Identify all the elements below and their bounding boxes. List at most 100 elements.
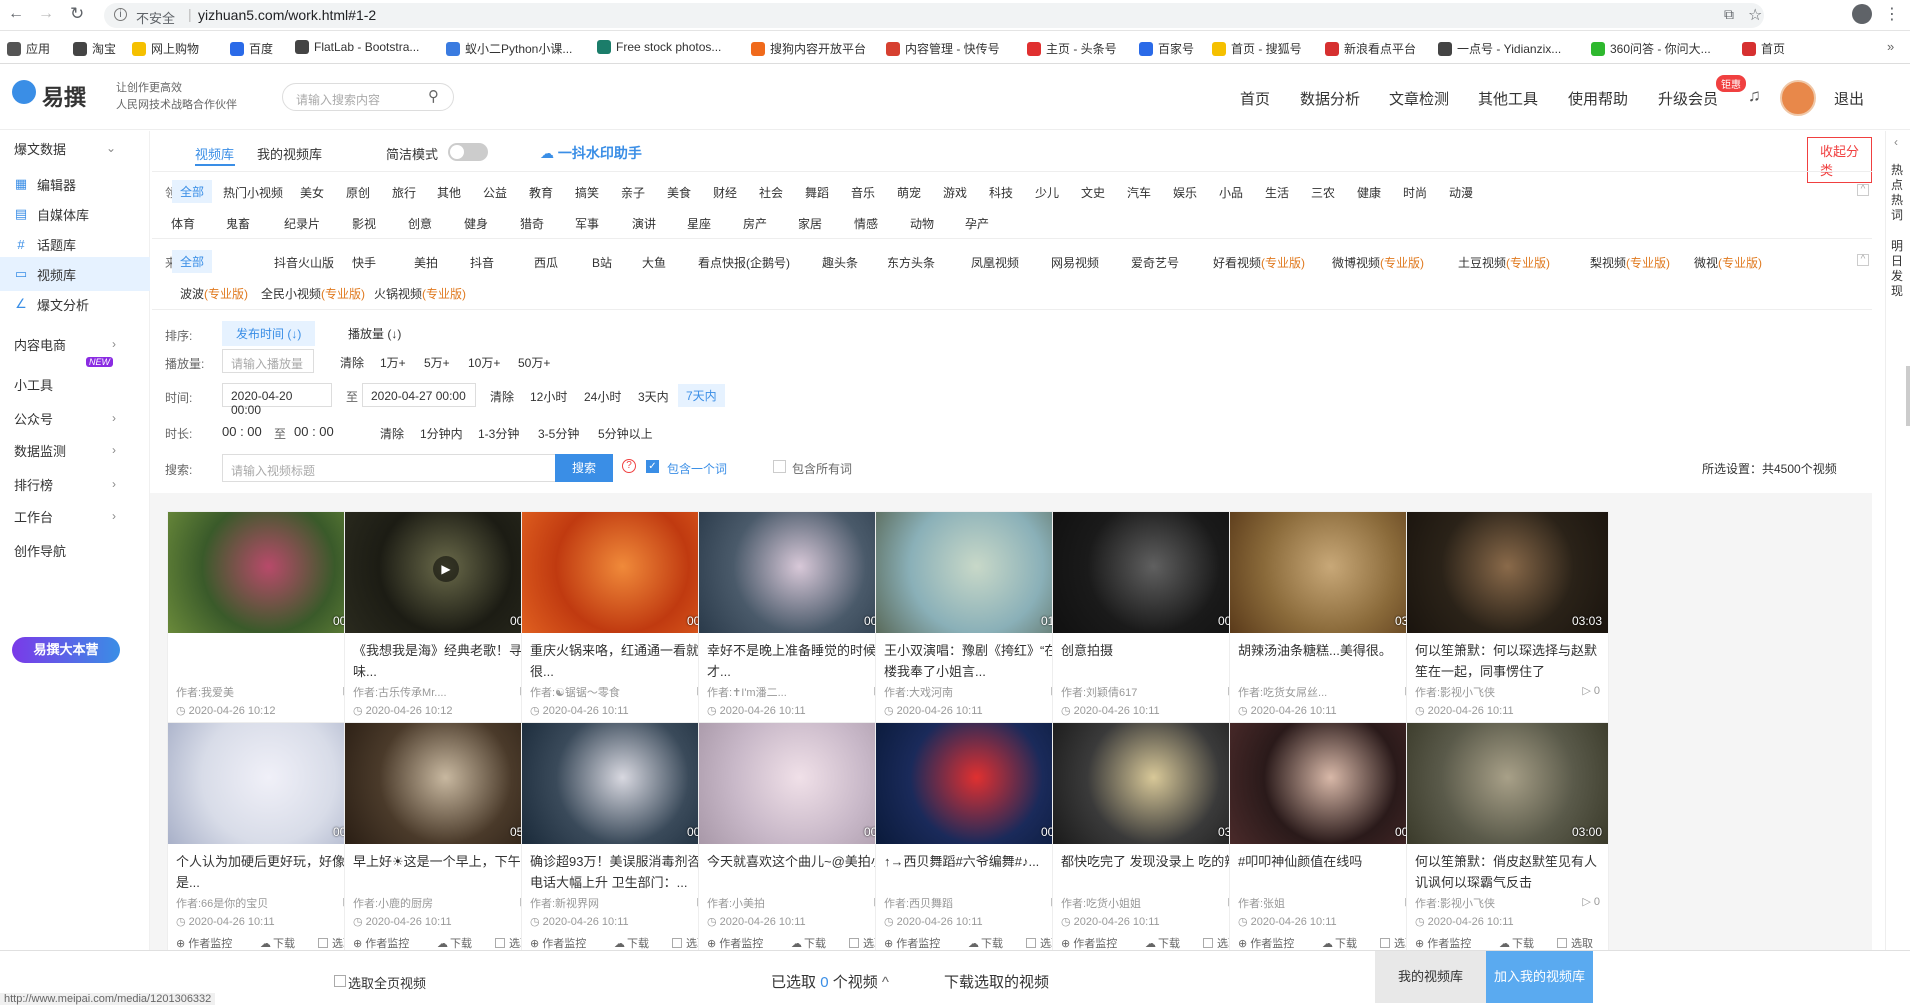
domain-tag[interactable]: 搞笑 [575,184,599,201]
video-title[interactable]: 胡辣汤油条糖糕...美得很。 [1238,640,1426,680]
video-thumbnail[interactable]: 03:40 [1230,512,1431,633]
domain-tag[interactable]: 情感 [854,215,878,232]
bookmark-sogou[interactable]: 搜狗内容开放平台 [751,40,866,57]
chevron-left-icon[interactable]: ‹ [1894,135,1898,149]
download-selected-button[interactable]: 下载选取的视频 [944,971,1049,992]
source-tag[interactable]: 快手 [352,254,376,271]
site-search-box[interactable]: 请输入搜索内容 ⚲ [282,83,454,111]
video-title[interactable]: 重庆火锅来咯，红通通一看就很... [530,640,718,680]
logo-text[interactable]: 易撰 [42,80,86,112]
author-monitor-button[interactable]: ⊕作者监控 [176,935,232,951]
download-button[interactable]: ☁下载 [1322,935,1357,951]
download-button[interactable]: ☁下载 [437,935,472,951]
video-title[interactable]: 幸好不是晚上准备睡觉的时候才... [707,640,895,680]
forward-icon[interactable]: → [38,5,54,23]
source-tag[interactable]: 微博视频(专业版) [1332,254,1424,271]
duration-from-input[interactable]: 00 : 00 [222,424,262,439]
domain-tag[interactable]: 星座 [687,215,711,232]
sort-publish-time[interactable]: 发布时间 (↓) [222,321,316,346]
video-thumbnail[interactable]: 03:00 [1407,723,1608,844]
domain-tag[interactable]: 动漫 [1449,184,1473,201]
sidebar-item-media-library[interactable]: ▤ 自媒体库 [0,197,150,231]
nav-upgrade-vip[interactable]: 升级会员 [1658,88,1718,109]
time-7d[interactable]: 7天内 [678,384,725,407]
domain-tag[interactable]: 鬼畜 [226,215,250,232]
video-thumbnail[interactable]: 00:15 [522,512,723,633]
time-from-input[interactable]: 2020-04-20 00:00 [222,383,332,417]
search-icon[interactable]: ⚲ [428,87,439,105]
domain-tag[interactable]: 原创 [346,184,370,201]
time-to-input[interactable]: 2020-04-27 00:00 [362,383,476,407]
domain-tag[interactable]: 体育 [171,215,195,232]
plays-50k[interactable]: 5万+ [424,354,450,371]
video-card[interactable]: 03:58都快吃完了 发现没录上 吃的辣...作者:吃货小姐姐▷0◷2020-0… [1052,722,1255,970]
bookmark-freestock[interactable]: Free stock photos... [597,40,721,54]
info-icon[interactable]: i [114,8,127,21]
bookmark-baijia[interactable]: 百家号 [1139,40,1194,57]
download-button[interactable]: ☁下载 [791,935,826,951]
video-title[interactable]: 何以笙箫默：何以琛选择与赵默笙在一起，同事愣住了 [1415,640,1603,680]
bookmark-flatlab[interactable]: FlatLab - Bootstra... [295,40,419,54]
duration-5m-plus[interactable]: 5分钟以上 [598,425,653,442]
sidebar-item-topic-library[interactable]: # 话题库 [0,227,150,261]
domain-tag[interactable]: 亲子 [621,184,645,201]
nav-home[interactable]: 首页 [1240,88,1270,109]
video-card[interactable]: 00:31 确诊超93万！美误服消毒剂咨询电话大幅上升 卫生部门：... 作者:新视… [521,722,724,970]
domain-tag[interactable]: 萌宠 [897,184,921,201]
nav-other-tools[interactable]: 其他工具 [1478,88,1538,109]
source-tag[interactable]: 全部 [172,250,213,273]
watermark-tool-link[interactable]: ☁ 一抖水印助手 [540,143,642,163]
source-tag[interactable]: 看点快报(企鹅号) [698,254,790,271]
author-monitor-button[interactable]: ⊕作者监控 [1415,935,1471,951]
hot-words-tab[interactable]: 热点热词 [1891,163,1906,223]
source-tag[interactable]: 波波(专业版) [180,285,248,302]
video-card[interactable]: 00:14#叩叩神仙颜值在线吗作者:张姐▷0◷2020-04-26 10:11⊕… [1229,722,1432,970]
nav-help[interactable]: 使用帮助 [1568,88,1628,109]
source-tag[interactable]: 网易视频 [1051,254,1099,271]
video-thumbnail[interactable]: 03:03 [1407,512,1608,633]
video-thumbnail[interactable]: 00:14 [1230,723,1431,844]
source-tag[interactable]: 好看视频(专业版) [1213,254,1305,271]
profile-icon[interactable] [1852,4,1872,24]
plays-500k[interactable]: 50万+ [518,354,550,371]
logo-icon[interactable] [12,80,36,104]
video-thumbnail[interactable]: 00:54▶ [345,512,546,633]
address-bar[interactable]: i 不安全 | yizhuan5.com/work.html#1-2 ⧉ ☆ [104,3,1764,28]
domain-tag[interactable]: 财经 [713,184,737,201]
simple-mode-toggle[interactable] [448,143,488,161]
author-monitor-button[interactable]: ⊕作者监控 [1238,935,1294,951]
source-tag[interactable]: 趣头条 [822,254,858,271]
bookmark-baidu[interactable]: 百度 [230,40,273,57]
download-button[interactable]: ☁下载 [260,935,295,951]
reload-icon[interactable]: ↻ [70,4,84,24]
bookmark-home[interactable]: 首页 [1742,40,1785,57]
domain-tag[interactable]: 三农 [1311,184,1335,201]
download-button[interactable]: ☁下载 [1499,935,1534,951]
bookmark-yidian[interactable]: 一点号 - Yidianzix... [1438,40,1561,57]
collapse-categories-button[interactable]: 收起分类 [1807,137,1872,183]
help-icon[interactable]: ? [622,459,636,473]
video-title[interactable]: 《我想我是海》经典老歌！寻味... [353,640,541,680]
domain-tag[interactable]: 公益 [483,184,507,201]
tab-video-library[interactable]: 视频库 [195,144,234,163]
source-tag[interactable]: 大鱼 [642,254,666,271]
domain-tag[interactable]: 社会 [759,184,783,201]
sidebar-item-content-ecommerce[interactable]: 内容电商 › [0,327,150,361]
chevron-up-icon[interactable]: ^ [882,974,889,991]
domain-tag[interactable]: 创意 [408,215,432,232]
video-thumbnail[interactable]: 00:25 [876,723,1077,844]
bookmark-apps[interactable]: 应用 [7,40,50,57]
domain-tag[interactable]: 全部 [172,180,213,203]
domain-tag[interactable]: 美食 [667,184,691,201]
video-thumbnail[interactable]: 01:49 [876,512,1077,633]
video-title[interactable]: 何以笙箫默：俏皮赵默笙见有人讥讽何以琛霸气反击 [1415,851,1603,891]
add-to-library-button[interactable]: 加入我的视频库 [1486,951,1593,1003]
camp-button[interactable]: 易撰大本营 [12,637,120,663]
sidebar-item-workbench[interactable]: 工作台 › [0,499,150,533]
video-title[interactable]: 都快吃完了 发现没录上 吃的辣... [1061,851,1249,891]
domain-tag[interactable]: 时尚 [1403,184,1427,201]
video-thumbnail[interactable]: 00:15 [699,723,900,844]
video-card[interactable]: 03:00 何以笙箫默：俏皮赵默笙见有人讥讽何以琛霸气反击 作者:影视小飞侠 ▷ 0 ◷ 2… [1406,722,1609,970]
domain-tag[interactable]: 军事 [575,215,599,232]
domain-tag[interactable]: 小品 [1219,184,1243,201]
